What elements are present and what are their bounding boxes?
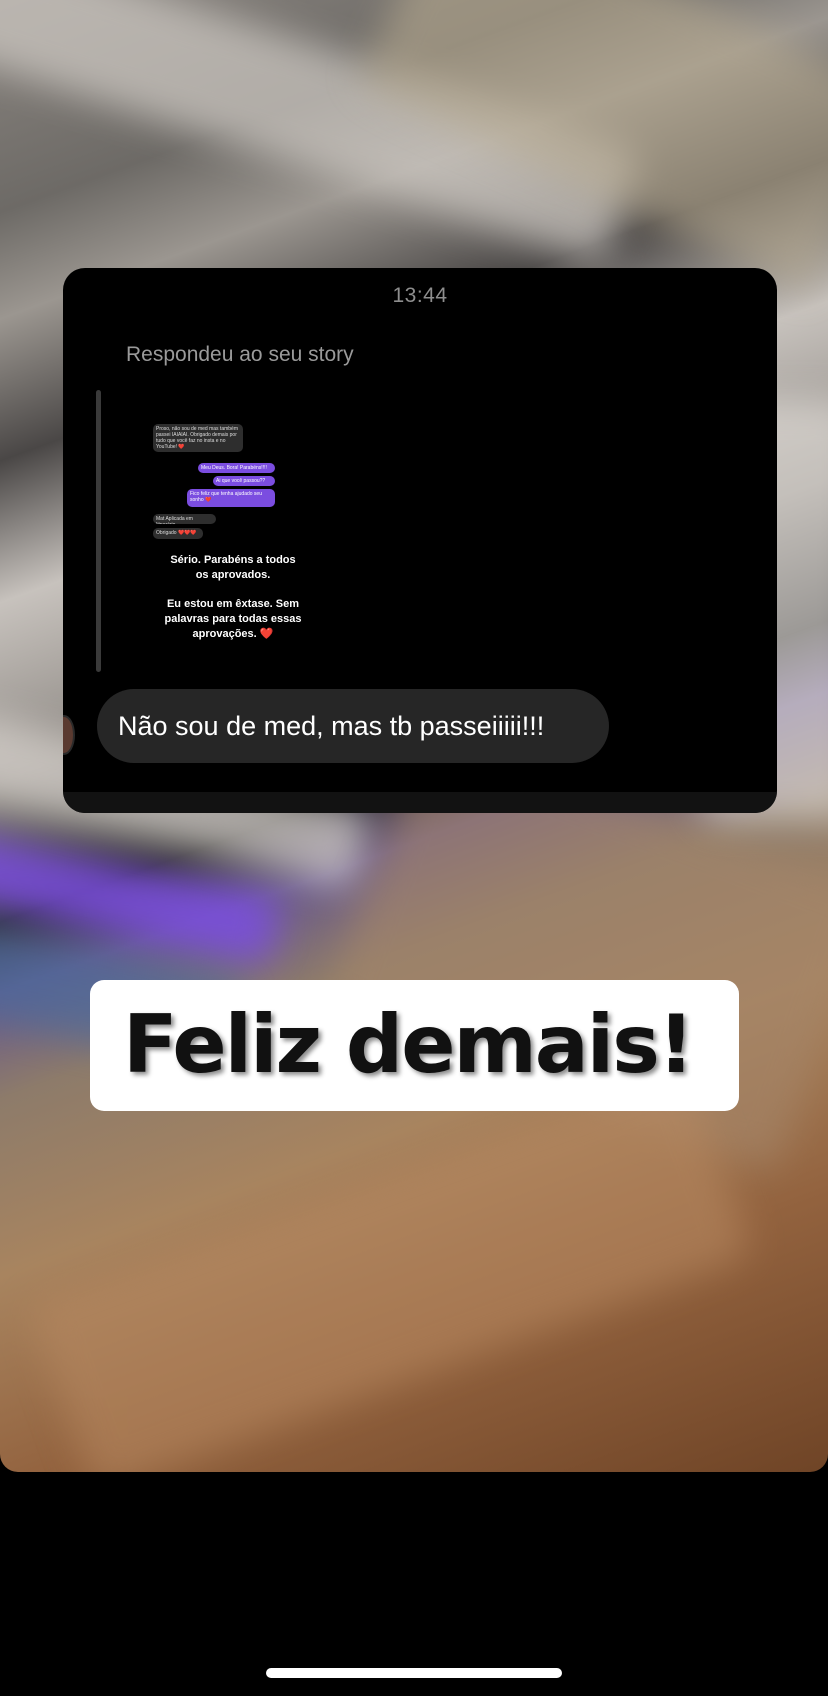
reply-label: Respondeu ao seu story (126, 343, 354, 366)
chat-timestamp: 13:44 (392, 284, 448, 307)
sender-avatar[interactable] (63, 715, 75, 755)
story-text-2: Eu estou em êxtase. Sem palavras para to… (164, 598, 302, 640)
home-indicator[interactable] (266, 1668, 562, 1678)
card-footer-strip (63, 792, 777, 813)
mini-message: Ai que você passou?? (213, 476, 275, 486)
reply-quote-bar (96, 390, 101, 672)
mini-message: Meu Deus. Bora! Parabéns!!!! (198, 463, 275, 473)
mini-message: Obrigado ❤️❤️❤️ (153, 528, 203, 539)
caption-sticker[interactable]: Feliz demais! (90, 980, 739, 1111)
mini-message: Mat Aplicada em Itinerário (153, 514, 216, 524)
message-bubble[interactable]: Não sou de med, mas tb passeiiiii!!! (97, 689, 609, 763)
mini-message: Fico feliz que tenha ajudado seu sonho ❤… (187, 489, 275, 507)
replied-story-thumbnail[interactable]: Proso, não sou de med mas também passei … (113, 390, 353, 672)
caption-text: Feliz demais! (123, 998, 694, 1091)
dm-screenshot-card: 13:44 Respondeu ao seu story Proso, não … (63, 268, 777, 813)
mini-message: Proso, não sou de med mas também passei … (153, 424, 243, 452)
story-text-1: Sério. Parabéns a todos os aprovados. (170, 554, 296, 581)
